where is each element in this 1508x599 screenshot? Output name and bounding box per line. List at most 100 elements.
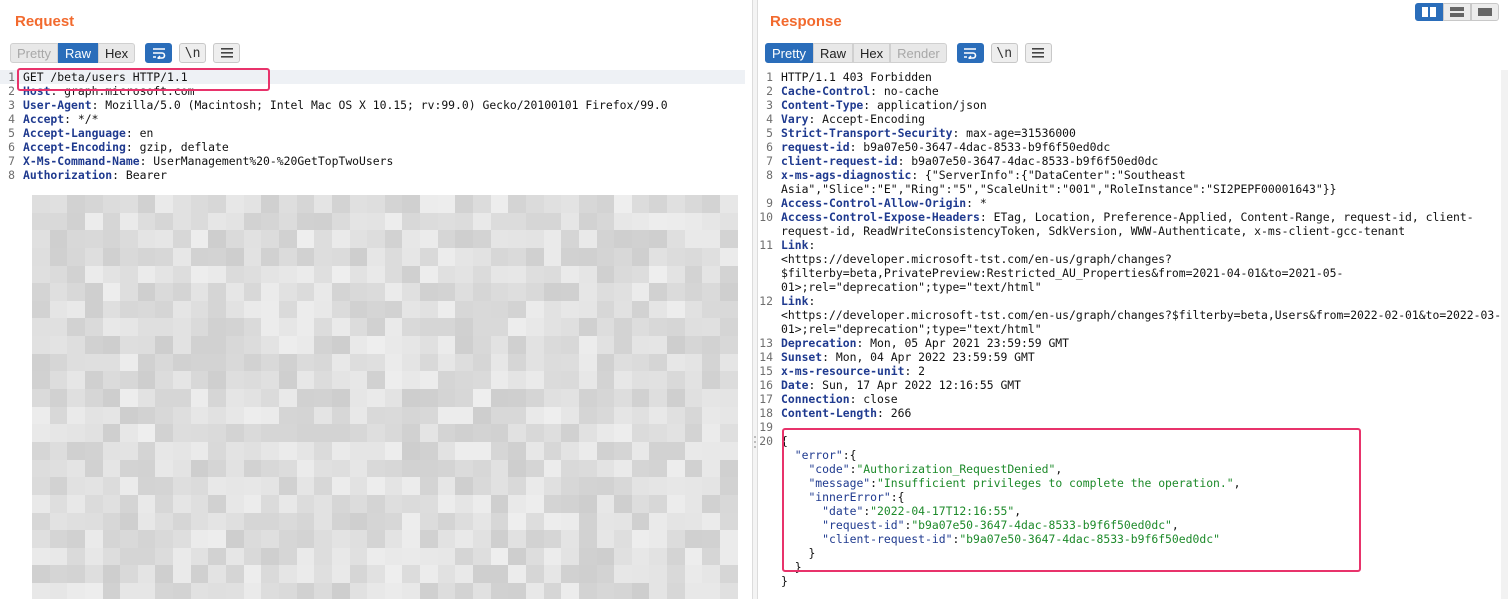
code-line: 15 x-ms-resource-unit: 2: [758, 364, 1508, 378]
code-token: : gzip, deflate: [125, 140, 229, 154]
code-token: : no-cache: [870, 84, 939, 98]
code-line: 7 X-Ms-Command-Name: UserManagement%20-%2…: [0, 154, 745, 168]
code-token: : en: [125, 126, 154, 140]
code-token: : 2: [904, 364, 926, 378]
code-token: request-id: [781, 140, 850, 154]
code-line: 18 Content-Length: 266: [758, 406, 1508, 420]
line-number: 17: [759, 392, 773, 406]
wrap-lines-icon[interactable]: [956, 43, 984, 63]
line-number: 4: [8, 112, 15, 126]
line-number: 4: [766, 112, 773, 126]
code-token: : Mon, 05 Apr 2021 23:59:59 GMT: [856, 336, 1070, 350]
line-number: 13: [759, 336, 773, 350]
line-number: [758, 532, 781, 546]
code-token: }: [781, 574, 788, 588]
code-line: 2 Cache-Control: no-cache: [758, 84, 1508, 98]
menu-icon[interactable]: [1024, 43, 1052, 63]
newline-icon[interactable]: \n: [179, 43, 207, 63]
code-token: Cache-Control: [781, 84, 871, 98]
code-token: : Sun, 17 Apr 2022 12:16:55 GMT: [808, 378, 1022, 392]
line-number: 5: [766, 126, 773, 140]
code-line: 16 Date: Sun, 17 Apr 2022 12:16:55 GMT: [758, 378, 1508, 392]
code-token: Connection: [781, 392, 850, 406]
code-line: 8 Authorization: Bearer: [0, 168, 745, 182]
code-token: : Accept-Encoding: [808, 112, 926, 126]
line-number: 16: [759, 378, 773, 392]
code-token: Accept-Language: [23, 126, 126, 140]
tab-raw[interactable]: Raw: [812, 43, 853, 63]
response-scrollbar[interactable]: [1501, 70, 1508, 599]
line-number: 14: [759, 350, 773, 364]
code-token: : b9a07e50-3647-4dac-8533-b9f6f50ed0dc: [897, 154, 1159, 168]
tab-pretty[interactable]: Pretty: [10, 43, 58, 63]
line-number: 2: [766, 84, 773, 98]
code-line: 7 client-request-id: b9a07e50-3647-4dac-8…: [758, 154, 1508, 168]
code-token: x-ms-resource-unit: [781, 364, 905, 378]
split-view-icon[interactable]: [1415, 3, 1443, 21]
line-number: 6: [8, 140, 15, 154]
code-token: : application/json: [863, 98, 987, 112]
line-number: 19: [759, 420, 773, 434]
line-number: 8: [8, 168, 15, 182]
line-number: [758, 490, 781, 504]
menu-icon[interactable]: [213, 43, 241, 63]
code-line: 4 Vary: Accept-Encoding: [758, 112, 1508, 126]
line-number: [758, 448, 781, 462]
code-line: 3 Content-Type: application/json: [758, 98, 1508, 112]
code-token: Access-Control-Allow-Origin: [781, 196, 967, 210]
tab-pretty[interactable]: Pretty: [765, 43, 813, 63]
line-number: [758, 504, 781, 518]
code-token: : Mozilla/5.0 (Macintosh; Intel Mac OS X…: [91, 98, 668, 112]
tab-render[interactable]: Render: [890, 43, 947, 63]
layout-mode-group: [1415, 3, 1499, 21]
code-line: 14 Sunset: Mon, 04 Apr 2022 23:59:59 GMT: [758, 350, 1508, 364]
code-token: HTTP/1.1 403 Forbidden: [781, 70, 932, 84]
request-line-highlight-box: [17, 68, 270, 91]
line-number: 18: [759, 406, 773, 420]
code-line: 1 HTTP/1.1 403 Forbidden: [758, 70, 1508, 84]
code-token: Accept: [23, 112, 65, 126]
line-number: 11: [759, 238, 773, 252]
code-line: 11 Link: <https://developer.microsoft-tst…: [758, 238, 1508, 294]
code-token: : 266: [877, 406, 912, 420]
line-number: 9: [766, 196, 773, 210]
line-number: [758, 518, 781, 532]
code-token: x-ms-ags-diagnostic: [781, 168, 912, 182]
response-title: Response: [770, 13, 842, 30]
code-line: 3 User-Agent: Mozilla/5.0 (Macintosh; Int…: [0, 98, 745, 112]
code-token: : */*: [64, 112, 99, 126]
code-token: Access-Control-Expose-Headers: [781, 210, 980, 224]
line-number: 1: [766, 70, 773, 84]
code-token: : close: [849, 392, 898, 406]
tab-hex[interactable]: Hex: [852, 43, 891, 63]
code-token: Link: [781, 238, 809, 252]
redacted-token-area: [32, 195, 738, 599]
code-line: 10 Access-Control-Expose-Headers: ETag, L…: [758, 210, 1508, 238]
code-token: Date: [781, 378, 809, 392]
code-token: Deprecation: [781, 336, 857, 350]
code-token: Authorization: [23, 168, 113, 182]
code-token: client-request-id: [781, 154, 898, 168]
line-number: 5: [8, 126, 15, 140]
wrap-lines-icon[interactable]: [145, 43, 173, 63]
newline-icon[interactable]: \n: [990, 43, 1018, 63]
line-number: [758, 574, 781, 588]
line-number: 12: [759, 294, 773, 308]
code-token: Link: [781, 294, 809, 308]
tab-raw[interactable]: Raw: [57, 43, 98, 63]
code-line: 13 Deprecation: Mon, 05 Apr 2021 23:59:59…: [758, 336, 1508, 350]
request-panel: Request Pretty Raw Hex \n 1 GET /beta/users …: [0, 0, 752, 599]
line-number: 8: [766, 168, 773, 182]
code-token: : max-age=31536000: [952, 126, 1076, 140]
code-line: 12 Link: <https://developer.microsoft-tst…: [758, 294, 1508, 336]
code-line: 5 Accept-Language: en: [0, 126, 745, 140]
tab-hex[interactable]: Hex: [97, 43, 136, 63]
line-number: [758, 476, 781, 490]
code-line: }: [758, 574, 1508, 588]
code-token: : b9a07e50-3647-4dac-8533-b9f6f50ed0dc: [849, 140, 1111, 154]
code-line: 17 Connection: close: [758, 392, 1508, 406]
single-view-icon[interactable]: [1471, 3, 1499, 21]
code-token: : UserManagement%20-%20GetTopTwoUsers: [139, 154, 394, 168]
json-body-highlight-box: [782, 428, 1361, 572]
stacked-view-icon[interactable]: [1443, 3, 1471, 21]
